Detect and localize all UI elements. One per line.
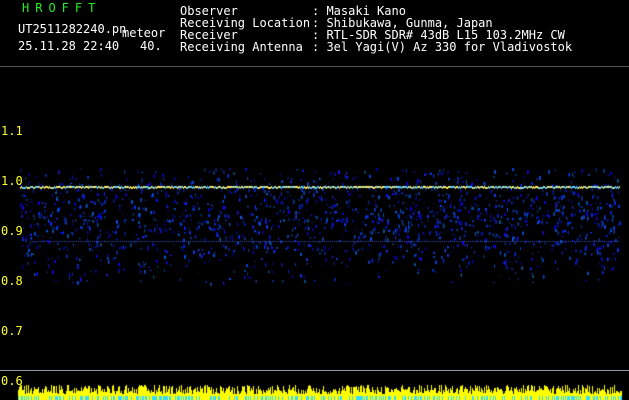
datetime: 25.11.28 22:40 bbox=[18, 39, 120, 53]
baseline-divider bbox=[0, 370, 629, 371]
y-tick-label: 0.9 bbox=[1, 224, 23, 238]
y-tick-label: 1.0 bbox=[1, 174, 23, 188]
filename: UT2511282240.pn bbox=[18, 22, 127, 36]
y-tick-label: 1.1 bbox=[1, 124, 23, 138]
y-tick-label: 0.6 bbox=[1, 374, 23, 388]
y-tick-label: 0.8 bbox=[1, 274, 23, 288]
app-title: HROFFT bbox=[22, 1, 102, 15]
antenna-label: Receiving Antenna bbox=[180, 40, 303, 54]
spectrogram bbox=[0, 68, 629, 400]
y-tick-label: 0.7 bbox=[1, 324, 23, 338]
header-panel: HROFFT UT2511282240.pn meteor 25.11.28 2… bbox=[0, 0, 629, 68]
header-divider bbox=[0, 66, 629, 67]
frame-count: 40. bbox=[140, 39, 162, 53]
antenna-value: : 3el Yagi(V) Az 330 for Vladivostok bbox=[312, 40, 573, 54]
mode-label: meteor bbox=[122, 26, 166, 40]
